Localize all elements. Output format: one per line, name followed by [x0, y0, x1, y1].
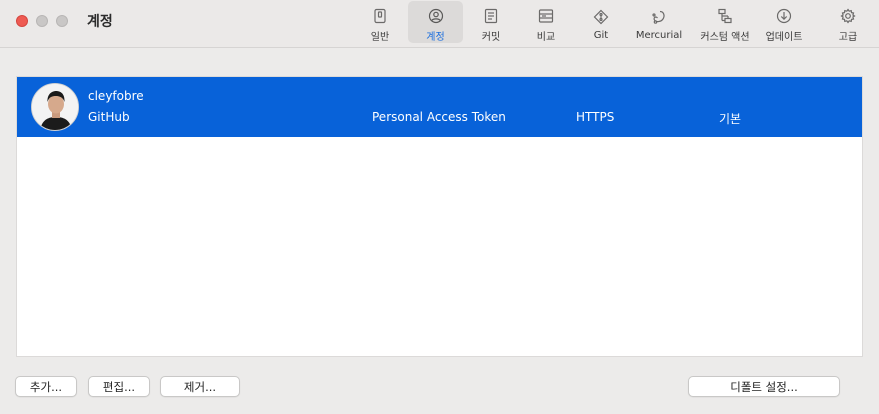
tab-mercurial[interactable]: Mercurial [630, 1, 688, 43]
set-default-button[interactable]: 디폴트 설정... [688, 376, 840, 397]
tab-label: 계정 [426, 32, 445, 43]
tab-commit[interactable]: 커밋 [467, 1, 515, 43]
tab-advanced[interactable]: 고급 [826, 1, 870, 43]
tab-general[interactable]: 일반 [356, 1, 404, 43]
account-default-badge: 기본 [719, 112, 742, 126]
account-host: GitHub [88, 110, 130, 124]
edit-account-button[interactable]: 편집... [88, 376, 150, 397]
account-protocol: HTTPS [576, 110, 615, 124]
add-account-button[interactable]: 추가... [15, 376, 77, 397]
account-icon [427, 8, 445, 24]
account-username: cleyfobre [88, 89, 144, 103]
avatar [31, 83, 79, 131]
tab-update[interactable]: 업데이트 [758, 1, 810, 43]
commit-icon [482, 8, 500, 24]
remove-account-button[interactable]: 제거... [160, 376, 240, 397]
tab-label: Mercurial [635, 30, 683, 41]
tab-label: 비교 [536, 32, 556, 43]
title-bar: 계정 일반 계정 커밋 비교 Git Mercurial 커스텀 액션 업데이트… [0, 0, 879, 48]
tab-label: 일반 [370, 32, 390, 43]
tab-label: 커스텀 액션 [700, 32, 750, 43]
tab-accounts[interactable]: 계정 [408, 1, 463, 43]
tab-label: 커밋 [481, 32, 501, 43]
tab-custom-actions[interactable]: 커스텀 액션 [694, 1, 756, 43]
general-icon [371, 8, 389, 24]
custom-actions-icon [716, 8, 734, 24]
diff-icon [537, 8, 555, 24]
tab-diff[interactable]: 비교 [522, 1, 570, 43]
preferences-toolbar: 일반 계정 커밋 비교 Git Mercurial 커스텀 액션 업데이트 고급 [0, 0, 879, 46]
account-auth-type: Personal Access Token [372, 110, 506, 124]
update-icon [775, 8, 793, 24]
accounts-list[interactable]: cleyfobre GitHub Personal Access Token H… [16, 76, 863, 357]
tab-label: Git [593, 30, 609, 41]
tab-label: 고급 [838, 32, 858, 43]
account-row[interactable]: cleyfobre GitHub Personal Access Token H… [17, 77, 862, 137]
advanced-gear-icon [839, 8, 857, 24]
git-icon [592, 8, 610, 26]
tab-git[interactable]: Git [577, 1, 625, 43]
mercurial-icon [650, 8, 668, 26]
tab-label: 업데이트 [765, 32, 803, 43]
